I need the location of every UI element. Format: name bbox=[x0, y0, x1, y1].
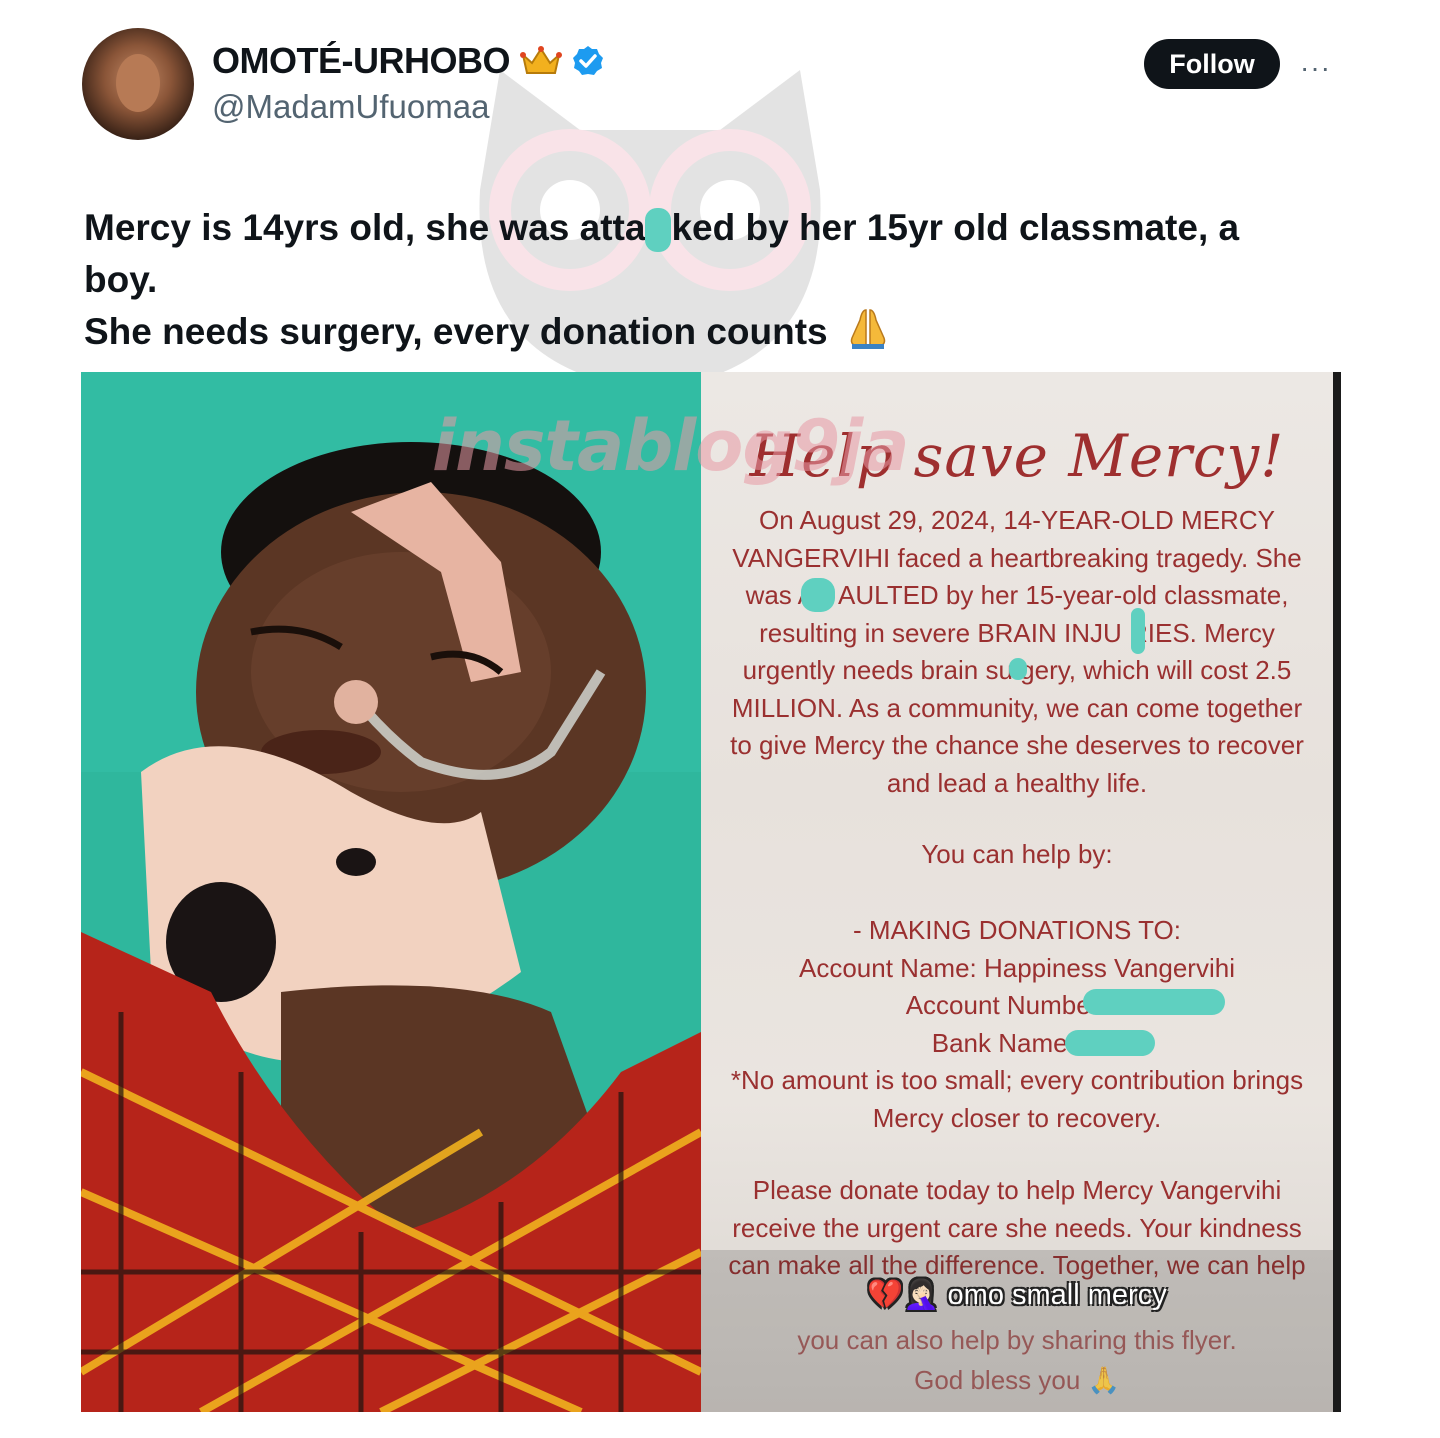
flyer-paragraph-line: On August 29, 2024, 14-YEAR-OLD MERCY bbox=[759, 505, 1275, 535]
flyer-donation-line: Mercy closer to recovery. bbox=[872, 1102, 1162, 1133]
flyer-donation-line: *No amount is too small; every contribut… bbox=[730, 1065, 1304, 1095]
fundraising-flyer[interactable]: Help save Mercy! On August 29, 2024, 14-… bbox=[701, 372, 1333, 1412]
redaction-mark bbox=[801, 578, 835, 612]
tweet-text-line1-a: Mercy is 14yrs old, she was atta bbox=[84, 207, 646, 248]
flyer-paragraph-line: MILLION. As a community, we can come tog… bbox=[731, 692, 1303, 723]
avatar-face bbox=[116, 54, 160, 112]
follow-button[interactable]: Follow bbox=[1144, 39, 1280, 89]
tweet-text-line1-b: ked by her 15yr old classmate, a bbox=[671, 207, 1240, 248]
flyer-donation-line: - MAKING DONATIONS TO: bbox=[853, 915, 1181, 945]
verified-icon bbox=[572, 46, 603, 75]
tweet-text: Mercy is 14yrs old, she was atta ked by h… bbox=[84, 202, 1354, 358]
pray-hands-icon bbox=[850, 309, 886, 349]
flyer-title: Help save Mercy! bbox=[749, 422, 1285, 490]
flyer-footer-line: God bless you 🙏 bbox=[914, 1365, 1120, 1395]
flyer-donation-line: Account Name: Happiness Vangervihi bbox=[799, 952, 1235, 983]
author-name-row: OMOTÉ-URHOBO bbox=[212, 40, 604, 82]
flyer-footer: you can also help by sharing this flyer.… bbox=[701, 1320, 1333, 1400]
more-options-icon[interactable]: ··· bbox=[1300, 52, 1331, 84]
tweet-text-line3: She needs surgery, every donation counts bbox=[84, 311, 828, 352]
redaction-mark bbox=[645, 208, 672, 253]
flyer-right-edge bbox=[1333, 372, 1341, 1412]
tweet-text-line2: boy. bbox=[84, 259, 158, 300]
flyer-appeal-line: Please donate today to help Mercy Vanger… bbox=[752, 1175, 1282, 1205]
author-handle[interactable]: @MadamUfuomaa bbox=[212, 88, 489, 126]
author-display-name[interactable]: OMOTÉ-URHOBO bbox=[212, 40, 510, 82]
crown-icon bbox=[519, 46, 562, 74]
author-avatar[interactable] bbox=[82, 28, 194, 140]
tweet-media[interactable]: Help save Mercy! On August 29, 2024, 14-… bbox=[81, 372, 1341, 1412]
redaction-mark bbox=[1131, 608, 1145, 654]
flyer-paragraph-line: was AS AULTED by her 15-year-old classma… bbox=[745, 580, 1289, 610]
patient-photo[interactable] bbox=[81, 372, 701, 1412]
flyer-donation-line: Bank Name: O bbox=[931, 1027, 1103, 1058]
flyer-paragraph: On August 29, 2024, 14-YEAR-OLD MERCY VA… bbox=[701, 502, 1333, 802]
redaction-mark bbox=[1083, 989, 1225, 1015]
flyer-paragraph-line: resulting in severe BRAIN INJU RIES. Mer… bbox=[759, 617, 1275, 648]
flyer-help-heading: You can help by: bbox=[921, 839, 1113, 869]
flyer-footer-line: you can also help by sharing this flyer. bbox=[797, 1325, 1237, 1355]
patient-photo-illustration bbox=[81, 372, 701, 1412]
flyer-paragraph-line: to give Mercy the chance she deserves to… bbox=[730, 730, 1304, 760]
redaction-mark bbox=[1009, 658, 1027, 680]
story-caption-sticker: 💔🤦🏻‍♀️ omo small mercy bbox=[867, 1279, 1167, 1311]
flyer-paragraph-line: and lead a healthy life. bbox=[886, 767, 1148, 798]
flyer-donation-line: Account Number: 8 bbox=[905, 990, 1129, 1020]
redaction-mark bbox=[1065, 1030, 1155, 1056]
flyer-appeal-line: receive the urgent care she needs. Your … bbox=[732, 1212, 1302, 1243]
flyer-donation-details: - MAKING DONATIONS TO: Account Name: Hap… bbox=[701, 912, 1333, 1137]
flyer-paragraph-line: VANGERVIHI faced a heartbreaking tragedy… bbox=[732, 542, 1302, 573]
